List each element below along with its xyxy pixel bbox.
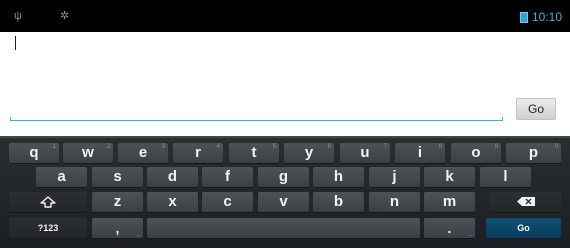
comma-key[interactable]: , _ [92,218,143,238]
soft-keyboard: q1 w2 e3 r4 t5 y6 u7 i8 o9 p0 a s d f g … [0,136,570,248]
battery-icon [519,12,528,23]
text-cursor [15,36,16,50]
key-a[interactable]: a [36,167,87,187]
go-button[interactable]: Go [516,98,556,120]
status-bar: ψ ✲ 10:10 [0,0,570,32]
key-v[interactable]: v [258,192,309,212]
symbols-key[interactable]: ?123 [9,218,87,238]
space-key[interactable] [147,218,420,238]
key-e[interactable]: e3 [118,143,168,163]
key-u[interactable]: u7 [340,143,390,163]
key-g[interactable]: g [258,167,309,187]
key-r[interactable]: r4 [173,143,223,163]
delete-key[interactable] [490,192,561,212]
key-m[interactable]: m [424,192,475,212]
usb-icon: ψ [14,10,22,22]
key-s[interactable]: s [92,167,143,187]
debug-icon: ✲ [60,10,70,22]
key-k[interactable]: k [424,167,475,187]
key-p[interactable]: p0 [506,143,561,163]
go-key[interactable]: Go [486,218,561,238]
key-b[interactable]: b [313,192,364,212]
key-f[interactable]: f [202,167,253,187]
shift-key[interactable] [9,192,87,212]
keyboard-border [0,136,570,138]
key-h[interactable]: h [313,167,364,187]
key-w[interactable]: w2 [63,143,113,163]
key-c[interactable]: c [202,192,253,212]
status-right: 10:10 [519,10,562,24]
key-l[interactable]: l [480,167,531,187]
key-n[interactable]: n [369,192,420,212]
key-t[interactable]: t5 [229,143,279,163]
text-input[interactable] [10,32,503,121]
key-q[interactable]: q1 [9,143,59,163]
key-o[interactable]: o9 [451,143,501,163]
clock: 10:10 [531,10,562,24]
key-j[interactable]: j [369,167,420,187]
shift-icon [40,196,56,208]
key-i[interactable]: i8 [395,143,445,163]
key-d[interactable]: d [147,167,198,187]
key-y[interactable]: y6 [284,143,334,163]
key-z[interactable]: z [92,192,143,212]
key-x[interactable]: x [147,192,198,212]
backspace-icon [516,197,535,206]
content-area: Go [0,32,570,136]
period-key[interactable]: . _ [424,218,475,238]
